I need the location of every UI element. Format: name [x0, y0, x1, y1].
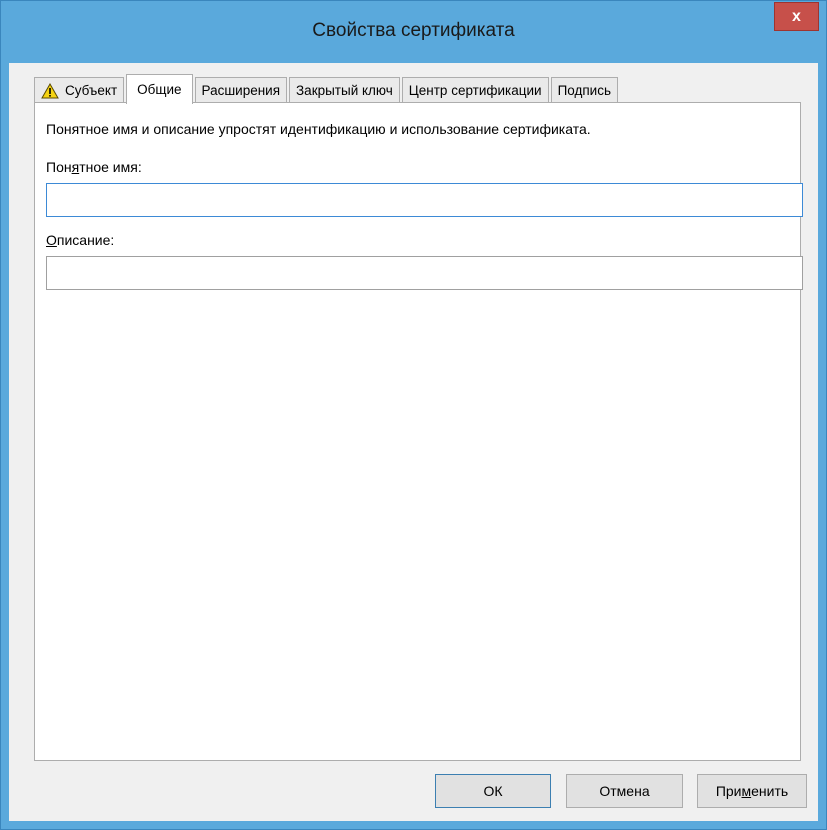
tab-label: Общие: [137, 82, 182, 97]
window-title: Свойства сертификата: [312, 20, 515, 41]
tab-signature[interactable]: Подпись: [550, 77, 618, 103]
description-label: Описание:: [46, 232, 115, 248]
close-icon: x: [792, 7, 801, 25]
tab-label: Субъект: [65, 83, 118, 98]
general-tab-panel: Понятное имя и описание упростят идентиф…: [34, 102, 803, 761]
tab-subject[interactable]: Субъект: [34, 77, 125, 103]
friendly-name-input[interactable]: [46, 183, 803, 217]
title-bar: Свойства сертификата x: [1, 1, 826, 63]
friendly-name-label: Понятное имя:: [46, 159, 142, 175]
tab-label: Центр сертификации: [408, 83, 542, 98]
tab-general[interactable]: Общие: [126, 74, 193, 104]
general-description-text: Понятное имя и описание упростят идентиф…: [46, 121, 591, 137]
warning-icon: [41, 82, 59, 98]
apply-button[interactable]: Применить: [697, 774, 807, 808]
dialog-client-area: Субъект Общие Расширения Закрытый ключ Ц…: [9, 63, 818, 821]
description-input[interactable]: [46, 256, 803, 290]
tab-private-key[interactable]: Закрытый ключ: [289, 77, 400, 103]
tab-strip: Субъект Общие Расширения Закрытый ключ Ц…: [34, 73, 620, 104]
ok-button[interactable]: ОК: [435, 774, 551, 808]
tab-label: Расширения: [201, 83, 281, 98]
certificate-properties-window: Свойства сертификата x Субъект Общие Рас…: [0, 0, 827, 830]
close-button[interactable]: x: [774, 2, 819, 31]
cancel-button[interactable]: Отмена: [566, 774, 683, 808]
tab-certification-authority[interactable]: Центр сертификации: [401, 77, 549, 103]
tab-label: Подпись: [557, 83, 611, 98]
tab-label: Закрытый ключ: [296, 83, 393, 98]
tab-extensions[interactable]: Расширения: [194, 77, 288, 103]
